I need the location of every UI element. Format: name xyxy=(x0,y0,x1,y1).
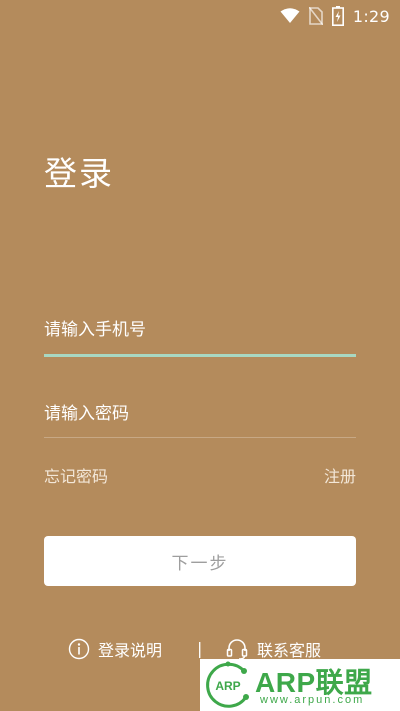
register-link[interactable]: 注册 xyxy=(324,463,356,487)
phone-field xyxy=(44,312,356,357)
login-help-label: 登录说明 xyxy=(98,641,163,660)
password-input[interactable] xyxy=(44,396,356,432)
forgot-password-link[interactable]: 忘记密码 xyxy=(44,463,108,487)
footer-divider: | xyxy=(197,639,203,658)
watermark-badge-text: ARP xyxy=(215,679,240,693)
arp-logo-icon: ARP xyxy=(206,661,249,708)
wifi-icon xyxy=(280,8,300,23)
status-bar: 1:29 xyxy=(0,0,400,32)
watermark-sub-text: www.arpun.com xyxy=(260,694,365,706)
password-field xyxy=(44,396,356,438)
next-button[interactable]: 下一步 xyxy=(44,536,356,586)
no-sim-icon xyxy=(308,7,323,25)
page-title: 登录 xyxy=(44,154,114,193)
headset-icon xyxy=(226,639,248,660)
contact-service-label: 联系客服 xyxy=(257,641,322,660)
phone-input[interactable] xyxy=(44,312,356,348)
login-help-link[interactable]: 登录说明 xyxy=(68,636,162,662)
status-time: 1:29 xyxy=(352,6,390,26)
login-screen: 1:29 登录 忘记密码 注册 下一步 登录说明 | xyxy=(0,0,400,711)
watermark-logo: ARP ARP联盟 www.arpun.com xyxy=(200,659,400,711)
info-icon xyxy=(68,638,90,660)
battery-charging-icon xyxy=(331,6,344,26)
status-icons: 1:29 xyxy=(280,5,390,27)
